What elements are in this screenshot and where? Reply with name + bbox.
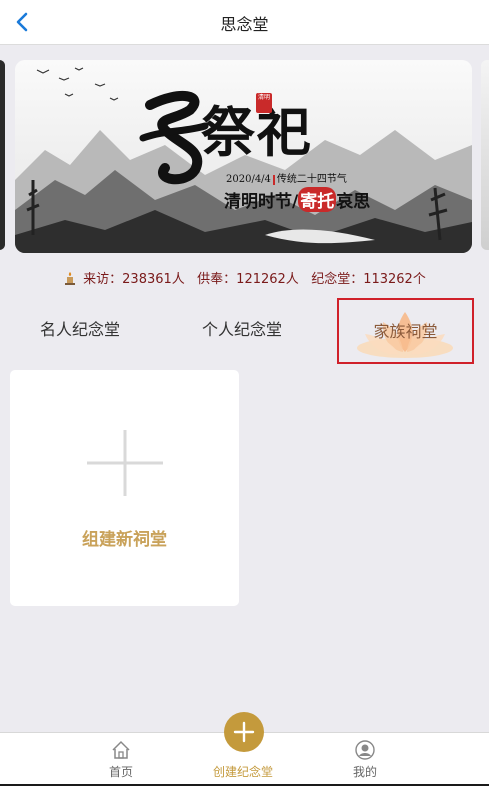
carousel-next-slide[interactable] [481, 60, 489, 250]
category-tabs: 名人纪念堂 个人纪念堂 家族祠堂 [0, 298, 489, 364]
seal-stamp: 清明 [256, 93, 272, 113]
create-shrine-card[interactable]: 组建新祠堂 [10, 370, 239, 606]
home-icon [112, 740, 130, 759]
banner-subtitle-suffix: 哀思 [336, 192, 371, 212]
banner-subtitle: 清明时节/寄托 哀思 [224, 187, 370, 212]
tab-label: 家族祠堂 [373, 322, 438, 341]
banner-date-note: 传统二十四节气 [276, 174, 347, 185]
tab-celebrity-memorial[interactable]: 名人纪念堂 [10, 298, 150, 362]
banner-slide[interactable]: 祭祀 清明 2020/4/4 传统二十四节气 清明时节/寄托 哀思 [15, 60, 472, 253]
banner-carousel[interactable]: 祭祀 清明 2020/4/4 传统二十四节气 清明时节/寄托 哀思 [0, 60, 489, 253]
nav-home-label: 首页 [108, 765, 133, 779]
tab-label: 名人纪念堂 [39, 320, 120, 339]
nav-home[interactable]: 首页 [61, 733, 181, 786]
candle-icon [65, 272, 76, 285]
header-bar: 思念堂 [0, 0, 489, 45]
tab-personal-memorial[interactable]: 个人纪念堂 [172, 298, 312, 362]
banner-subtitle-prefix: 清明时节/ [224, 192, 299, 212]
create-button[interactable] [224, 712, 264, 752]
nav-me[interactable]: 我的 [305, 733, 425, 786]
banner-date: 2020/4/4 传统二十四节气 [226, 170, 347, 185]
create-shrine-label: 组建新祠堂 [82, 530, 167, 550]
carousel-prev-slide[interactable] [0, 60, 5, 250]
page-title: 思念堂 [220, 15, 269, 34]
banner-date-value: 2020/4/4 [226, 174, 271, 185]
nav-me-label: 我的 [352, 765, 377, 779]
user-icon [355, 740, 375, 760]
tab-family-shrine[interactable]: 家族祠堂 [337, 298, 474, 364]
banner-subtitle-highlight: 寄托 [298, 187, 337, 212]
plus-icon [87, 430, 163, 496]
divider [272, 174, 275, 185]
stats-text: 来访：238361人 供奉：121262人 纪念堂：113262个 [83, 272, 426, 287]
plus-icon [233, 721, 255, 743]
stats-bar: 来访：238361人 供奉：121262人 纪念堂：113262个 [0, 268, 489, 287]
nav-create-label: 创建纪念堂 [212, 765, 273, 779]
tab-label: 个人纪念堂 [201, 320, 282, 339]
